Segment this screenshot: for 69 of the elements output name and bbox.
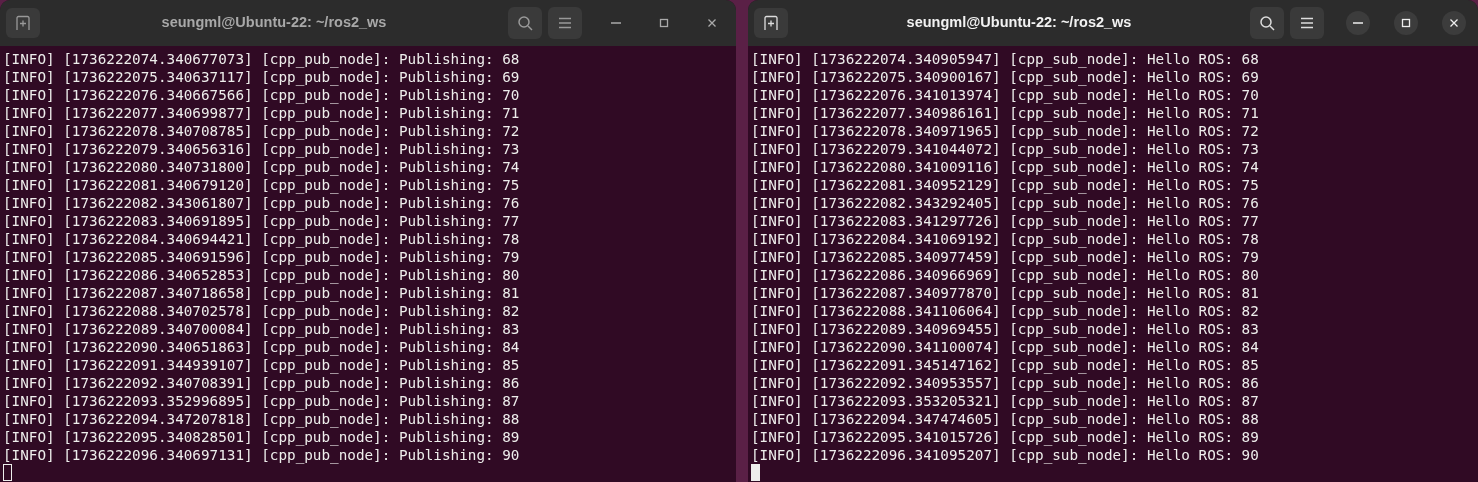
- log-line: [INFO] [1736222096.340697131] [cpp_pub_node]: Publishing: 90: [3, 446, 520, 464]
- search-button[interactable]: [1250, 7, 1284, 39]
- new-tab-icon: [763, 15, 779, 31]
- menu-button[interactable]: [1290, 7, 1324, 39]
- log-line: [INFO] [1736222089.340700084] [cpp_pub_node]: Publishing: 83: [3, 320, 520, 338]
- log-line: [INFO] [1736222088.340702578] [cpp_pub_node]: Publishing: 82: [3, 302, 520, 320]
- log-line: [INFO] [1736222090.340651863] [cpp_pub_node]: Publishing: 84: [3, 338, 520, 356]
- log-line: [INFO] [1736222088.341106064] [cpp_sub_node]: Hello ROS: 82: [751, 302, 1259, 320]
- log-line: [INFO] [1736222081.340952129] [cpp_sub_node]: Hello ROS: 75: [751, 176, 1259, 194]
- log-line: [INFO] [1736222076.340667566] [cpp_pub_node]: Publishing: 70: [3, 86, 520, 104]
- log-line: [INFO] [1736222080.340731800] [cpp_pub_node]: Publishing: 74: [3, 158, 520, 176]
- log-line: [INFO] [1736222091.345147162] [cpp_sub_node]: Hello ROS: 85: [751, 356, 1259, 374]
- log-line: [INFO] [1736222089.340969455] [cpp_sub_node]: Hello ROS: 83: [751, 320, 1259, 338]
- menu-icon: [1300, 17, 1314, 29]
- log-line: [INFO] [1736222078.340708785] [cpp_pub_node]: Publishing: 72: [3, 122, 520, 140]
- search-button[interactable]: [508, 7, 542, 39]
- new-tab-button[interactable]: [754, 8, 788, 38]
- search-icon: [1259, 15, 1275, 31]
- log-line: [INFO] [1736222095.341015726] [cpp_sub_node]: Hello ROS: 89: [751, 428, 1259, 446]
- log-line: [INFO] [1736222090.341100074] [cpp_sub_node]: Hello ROS: 84: [751, 338, 1259, 356]
- log-line: [INFO] [1736222093.353205321] [cpp_sub_node]: Hello ROS: 87: [751, 392, 1259, 410]
- log-line: [INFO] [1736222092.340953557] [cpp_sub_node]: Hello ROS: 86: [751, 374, 1259, 392]
- log-line: [INFO] [1736222086.340966969] [cpp_sub_node]: Hello ROS: 80: [751, 266, 1259, 284]
- log-line: [INFO] [1736222082.343061807] [cpp_pub_node]: Publishing: 76: [3, 194, 520, 212]
- minimize-icon: [1353, 22, 1363, 24]
- window-title: seungml@Ubuntu-22: ~/ros2_ws: [906, 13, 1132, 33]
- close-button[interactable]: [1442, 11, 1466, 35]
- log-line: [INFO] [1736222085.340977459] [cpp_sub_node]: Hello ROS: 79: [751, 248, 1259, 266]
- log-line: [INFO] [1736222083.340691895] [cpp_pub_node]: Publishing: 77: [3, 212, 520, 230]
- search-icon: [517, 15, 533, 31]
- log-line: [INFO] [1736222084.341069192] [cpp_sub_node]: Hello ROS: 78: [751, 230, 1259, 248]
- close-icon: [707, 18, 717, 28]
- close-icon: [1449, 18, 1459, 28]
- log-line: [INFO] [1736222075.340637117] [cpp_pub_node]: Publishing: 69: [3, 68, 520, 86]
- log-line: [INFO] [1736222091.344939107] [cpp_pub_node]: Publishing: 85: [3, 356, 520, 374]
- log-line: [INFO] [1736222079.341044072] [cpp_sub_node]: Hello ROS: 73: [751, 140, 1259, 158]
- window-title: seungml@Ubuntu-22: ~/ros2_ws: [161, 13, 387, 33]
- log-line: [INFO] [1736222085.340691596] [cpp_pub_node]: Publishing: 79: [3, 248, 520, 266]
- log-line: [INFO] [1736222087.340718658] [cpp_pub_node]: Publishing: 81: [3, 284, 520, 302]
- log-line: [INFO] [1736222092.340708391] [cpp_pub_node]: Publishing: 86: [3, 374, 520, 392]
- log-line: [INFO] [1736222074.340677073] [cpp_pub_node]: Publishing: 68: [3, 50, 520, 68]
- log-line: [INFO] [1736222078.340971965] [cpp_sub_node]: Hello ROS: 72: [751, 122, 1259, 140]
- new-tab-icon: [15, 15, 31, 31]
- log-line: [INFO] [1736222087.340977870] [cpp_sub_node]: Hello ROS: 81: [751, 284, 1259, 302]
- menu-icon: [558, 17, 572, 29]
- log-line: [INFO] [1736222084.340694421] [cpp_pub_node]: Publishing: 78: [3, 230, 520, 248]
- minimize-button[interactable]: [1346, 11, 1370, 35]
- log-line: [INFO] [1736222077.340986161] [cpp_sub_node]: Hello ROS: 71: [751, 104, 1259, 122]
- log-line: [INFO] [1736222094.347207818] [cpp_pub_node]: Publishing: 88: [3, 410, 520, 428]
- maximize-icon: [1401, 18, 1411, 28]
- log-line: [INFO] [1736222074.340905947] [cpp_sub_node]: Hello ROS: 68: [751, 50, 1259, 68]
- maximize-button[interactable]: [1394, 11, 1418, 35]
- minimize-icon: [611, 22, 621, 24]
- log-line: [INFO] [1736222082.343292405] [cpp_sub_node]: Hello ROS: 76: [751, 194, 1259, 212]
- log-line: [INFO] [1736222083.341297726] [cpp_sub_node]: Hello ROS: 77: [751, 212, 1259, 230]
- log-line: [INFO] [1736222080.341009116] [cpp_sub_node]: Hello ROS: 74: [751, 158, 1259, 176]
- log-line: [INFO] [1736222093.352996895] [cpp_pub_node]: Publishing: 87: [3, 392, 520, 410]
- log-line: [INFO] [1736222096.341095207] [cpp_sub_node]: Hello ROS: 90: [751, 446, 1259, 464]
- log-line: [INFO] [1736222077.340699877] [cpp_pub_node]: Publishing: 71: [3, 104, 520, 122]
- log-line: [INFO] [1736222095.340828501] [cpp_pub_node]: Publishing: 89: [3, 428, 520, 446]
- log-line: [INFO] [1736222076.341013974] [cpp_sub_node]: Hello ROS: 70: [751, 86, 1259, 104]
- new-tab-button[interactable]: [6, 8, 40, 38]
- maximize-icon: [659, 18, 669, 28]
- log-line: [INFO] [1736222075.340900167] [cpp_sub_node]: Hello ROS: 69: [751, 68, 1259, 86]
- log-line: [INFO] [1736222086.340652853] [cpp_pub_node]: Publishing: 80: [3, 266, 520, 284]
- log-line: [INFO] [1736222079.340656316] [cpp_pub_node]: Publishing: 73: [3, 140, 520, 158]
- log-line: [INFO] [1736222081.340679120] [cpp_pub_node]: Publishing: 75: [3, 176, 520, 194]
- menu-button[interactable]: [548, 7, 582, 39]
- log-line: [INFO] [1736222094.347474605] [cpp_sub_node]: Hello ROS: 88: [751, 410, 1259, 428]
